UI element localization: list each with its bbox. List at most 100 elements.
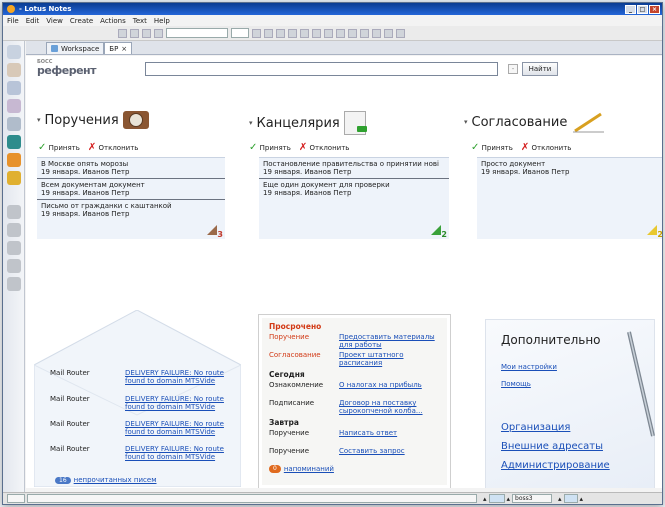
list-item[interactable]: Всем документам документ 19 января. Иван… xyxy=(37,179,225,200)
list-item[interactable]: Постановление правительства о принятии н… xyxy=(259,158,449,179)
calendar-bookmark-icon[interactable] xyxy=(6,81,21,95)
contacts-bookmark-icon[interactable] xyxy=(6,99,21,113)
outdent-icon[interactable] xyxy=(324,28,333,38)
binoculars-icon[interactable] xyxy=(372,28,381,38)
status-arrow-icon[interactable]: ▴ xyxy=(558,495,562,503)
menu-file[interactable]: File xyxy=(7,17,19,25)
menu-view[interactable]: View xyxy=(46,17,63,25)
bullets-icon[interactable] xyxy=(288,28,297,38)
status-arrow-icon[interactable]: ▴ xyxy=(507,495,511,503)
link-icon[interactable] xyxy=(336,28,345,38)
todo-link[interactable]: Договор на поставку сырокопченой колба..… xyxy=(339,399,440,415)
panel-header-office[interactable]: ▾ Канцелярия xyxy=(249,111,367,135)
mail-subject-link[interactable]: DELIVERY FAILURE: No route found to doma… xyxy=(125,395,245,411)
status-arrow-icon[interactable]: ▴ xyxy=(483,495,487,503)
status-field[interactable] xyxy=(7,494,25,503)
status-arrow-icon[interactable]: ▴ xyxy=(580,495,584,503)
help-link[interactable]: Помощь xyxy=(501,380,531,388)
todo-link[interactable]: Проект штатного расписания xyxy=(339,351,440,367)
mail-subject-link[interactable]: DELIVERY FAILURE: No route found to doma… xyxy=(125,420,245,436)
folder-bookmark-icon[interactable] xyxy=(6,241,21,255)
expand-arrow-icon[interactable]: ▾ xyxy=(37,116,41,124)
todo-row[interactable]: Согласование Проект штатного расписания xyxy=(269,351,440,367)
organization-link[interactable]: Организация xyxy=(501,422,570,433)
paste-icon[interactable] xyxy=(142,28,151,38)
menu-edit[interactable]: Edit xyxy=(26,17,40,25)
todo-link[interactable]: О налогах на прибыль xyxy=(339,381,422,389)
expand-arrow-icon[interactable]: ▾ xyxy=(464,118,468,126)
todo-link[interactable]: Составить запрос xyxy=(339,447,405,455)
mail-from: Mail Router xyxy=(50,395,90,403)
cut-icon[interactable] xyxy=(118,28,127,38)
my-settings-link[interactable]: Мои настройки xyxy=(501,363,557,371)
todo-link[interactable]: Написать ответ xyxy=(339,429,397,437)
accept-button[interactable]: ✓ Принять xyxy=(38,142,80,153)
menu-actions[interactable]: Actions xyxy=(100,17,126,25)
italic-icon[interactable] xyxy=(264,28,273,38)
menu-create[interactable]: Create xyxy=(70,17,93,25)
list-item[interactable]: Письмо от гражданки с каштанкой 19 январ… xyxy=(37,200,225,220)
table-icon[interactable] xyxy=(348,28,357,38)
page-fold-icon xyxy=(207,225,217,235)
unread-mail-link[interactable]: 16 непрочитанных писем xyxy=(55,476,157,484)
panel-header-approval[interactable]: ▾ Согласование xyxy=(464,111,605,133)
favorites-bookmark-icon[interactable] xyxy=(6,153,21,167)
align-icon[interactable] xyxy=(276,28,285,38)
indent-icon[interactable] xyxy=(312,28,321,38)
tab-br[interactable]: БР × xyxy=(104,42,133,54)
find-button[interactable]: Найти xyxy=(522,62,558,76)
accept-button[interactable]: ✓ Принять xyxy=(249,142,291,153)
accept-button[interactable]: ✓ Принять xyxy=(471,142,513,153)
folder-bookmark-icon[interactable] xyxy=(6,223,21,237)
list-item[interactable]: В Москве опять морозы 19 января. Иванов … xyxy=(37,158,225,179)
todo-row[interactable]: Поручение Написать ответ xyxy=(269,429,440,437)
font-size-select[interactable] xyxy=(231,28,249,38)
replication-icon[interactable] xyxy=(563,494,578,503)
bold-icon[interactable] xyxy=(252,28,261,38)
numbering-icon[interactable] xyxy=(300,28,309,38)
minimize-button[interactable]: _ xyxy=(625,4,636,14)
search-clear-button[interactable]: - xyxy=(508,64,518,74)
search-input[interactable] xyxy=(145,62,498,76)
todo-row[interactable]: Подписание Договор на поставку сырокопче… xyxy=(269,399,440,415)
todo-bookmark-icon[interactable] xyxy=(6,117,21,131)
maximize-button[interactable]: □ xyxy=(637,4,648,14)
todo-row[interactable]: Поручение Предоставить материалы для раб… xyxy=(269,333,440,349)
reject-button[interactable]: ✗ Отклонить xyxy=(299,142,350,153)
expand-arrow-icon[interactable]: ▾ xyxy=(249,119,253,127)
location-icon[interactable] xyxy=(488,494,505,503)
folder-bookmark-icon[interactable] xyxy=(6,259,21,273)
folder-bookmark-icon[interactable] xyxy=(6,277,21,291)
list-item[interactable]: Просто документ 19 января. Иванов Петр xyxy=(477,158,662,178)
style-select[interactable] xyxy=(166,28,228,38)
administration-link[interactable]: Администрирование xyxy=(501,460,610,471)
external-recipients-link[interactable]: Внешние адресаты xyxy=(501,441,603,452)
home-bookmark-icon[interactable] xyxy=(6,45,21,59)
menu-help[interactable]: Help xyxy=(154,17,170,25)
panel-header-assignments[interactable]: ▾ Поручения xyxy=(37,111,149,129)
todo-link[interactable]: Предоставить материалы для работы xyxy=(339,333,440,349)
databases-bookmark-icon[interactable] xyxy=(6,171,21,185)
mail-subject-link[interactable]: DELIVERY FAILURE: No route found to doma… xyxy=(125,369,245,385)
folder-bookmark-icon[interactable] xyxy=(6,205,21,219)
reminders-link[interactable]: 0 напоминаний xyxy=(269,465,440,473)
reject-button[interactable]: ✗ Отклонить xyxy=(521,142,572,153)
attach-icon[interactable] xyxy=(360,28,369,38)
todo-row[interactable]: Поручение Составить запрос xyxy=(269,447,440,455)
mail-bookmark-icon[interactable] xyxy=(6,63,21,77)
close-button[interactable]: × xyxy=(649,4,660,14)
list-item[interactable]: Еще один документ для проверки 19 января… xyxy=(259,179,449,199)
copy-icon[interactable] xyxy=(130,28,139,38)
mail-subject-link[interactable]: DELIVERY FAILURE: No route found to doma… xyxy=(125,445,245,461)
image-icon[interactable] xyxy=(396,28,405,38)
close-tab-icon[interactable]: × xyxy=(121,45,127,53)
server-field[interactable]: boss3 xyxy=(512,494,553,503)
todo-row[interactable]: Ознакомление О налогах на прибыль xyxy=(269,381,440,389)
tab-workspace[interactable]: Workspace xyxy=(46,42,105,54)
item-meta: 19 января. Иванов Петр xyxy=(481,168,570,176)
print-icon[interactable] xyxy=(154,28,163,38)
replication-bookmark-icon[interactable] xyxy=(6,135,21,149)
reject-button[interactable]: ✗ Отклонить xyxy=(88,142,139,153)
spellcheck-icon[interactable] xyxy=(384,28,393,38)
menu-text[interactable]: Text xyxy=(133,17,147,25)
